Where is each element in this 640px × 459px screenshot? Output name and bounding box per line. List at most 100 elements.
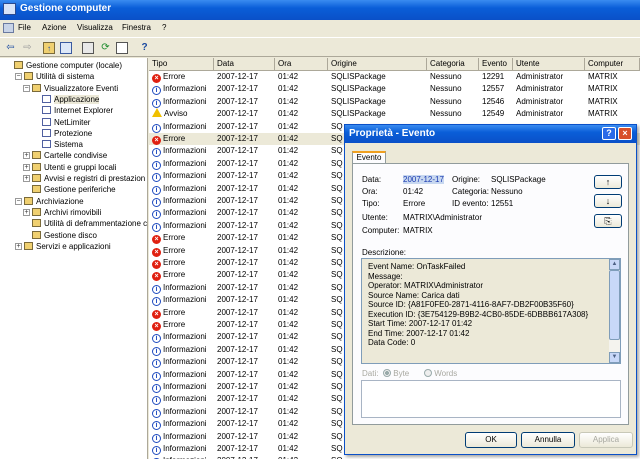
expand-icon[interactable]: + bbox=[23, 208, 30, 216]
cell-tipo-text: Informazioni bbox=[163, 183, 207, 193]
refresh-icon[interactable]: ⟳ bbox=[99, 41, 112, 54]
menu-finestra[interactable]: Finestra bbox=[122, 23, 151, 32]
column-evento[interactable]: Evento bbox=[479, 58, 513, 70]
table-row[interactable]: i Informazioni 2007-12-17 01:42 SQLISPackage… bbox=[149, 96, 640, 108]
column-origine[interactable]: Origine bbox=[328, 58, 427, 70]
tree-node[interactable]: Applicazione bbox=[42, 94, 100, 105]
description-textbox[interactable]: Event Name: OnTaskFailed Message: Operator… bbox=[361, 258, 621, 364]
cell-tipo: iInformazioni bbox=[149, 121, 214, 133]
column-tipo[interactable]: Tipo bbox=[149, 58, 214, 70]
tree-node[interactable]: Cartelle condivise bbox=[32, 150, 107, 161]
cell-evento: 12546 bbox=[482, 96, 505, 106]
tree-node[interactable]: Utilità di sistema bbox=[24, 71, 94, 82]
cell-tipo: iInformazioni bbox=[149, 406, 214, 418]
cell-data: 2007-12-17 bbox=[217, 121, 258, 131]
tree-node[interactable]: Visualizzatore Eventi bbox=[32, 83, 118, 94]
up-arrow-icon: ↑ bbox=[605, 177, 611, 187]
collapse-icon[interactable]: − bbox=[23, 84, 30, 92]
cell-data: 2007-12-17 bbox=[217, 282, 258, 292]
tree-node[interactable]: Utenti e gruppi locali bbox=[32, 162, 116, 173]
tree-node[interactable]: Avvisi e registri di prestazion bbox=[32, 173, 145, 184]
export-list-icon[interactable] bbox=[116, 42, 128, 54]
expand-icon[interactable]: + bbox=[23, 175, 30, 182]
cell-data: 2007-12-17 bbox=[217, 406, 258, 416]
cell-ora: 01:42 bbox=[278, 320, 299, 329]
scroll-up-icon[interactable]: ▲ bbox=[609, 259, 620, 270]
scroll-thumb[interactable] bbox=[609, 270, 620, 340]
words-radio[interactable]: Words bbox=[424, 369, 457, 378]
cell-utente: Administrator bbox=[516, 84, 564, 94]
dialog-title-bar[interactable]: Proprietà - Evento ? × bbox=[345, 125, 636, 143]
error-icon: × bbox=[152, 235, 161, 245]
table-row[interactable]: i Informazioni 2007-12-17 01:42 SQLISPackage… bbox=[149, 83, 640, 96]
previous-event-button[interactable]: ↑ bbox=[594, 175, 622, 189]
collapse-icon[interactable]: − bbox=[15, 73, 22, 81]
table-row[interactable]: Avviso 2007-12-17 01:42 SQLISPackage Nessuno… bbox=[149, 108, 640, 120]
scroll-down-icon[interactable]: ▼ bbox=[609, 352, 620, 363]
cancel-button[interactable]: Annulla bbox=[521, 432, 575, 448]
tree-node-label: Internet Explorer bbox=[54, 106, 114, 116]
info-icon: i bbox=[152, 421, 161, 431]
tree-node[interactable]: Gestione computer (locale) bbox=[14, 60, 122, 71]
tree-node[interactable]: Protezione bbox=[42, 128, 92, 139]
toolbar: ⇦ ⇨ ↑ ⟳ ? bbox=[0, 37, 640, 57]
system-menu-icon[interactable] bbox=[3, 23, 14, 33]
back-arrow-icon[interactable]: ⇦ bbox=[4, 41, 17, 54]
properties-icon[interactable] bbox=[82, 42, 94, 54]
up-folder-icon[interactable]: ↑ bbox=[43, 42, 55, 54]
menu-help[interactable]: ? bbox=[162, 23, 166, 32]
table-row[interactable]: iInformazioni2007-12-1701:42SQ bbox=[149, 455, 640, 459]
next-event-button[interactable]: ↓ bbox=[594, 194, 622, 208]
tree-node[interactable]: Sistema bbox=[42, 139, 83, 150]
tree-node[interactable]: Servizi e applicazioni bbox=[24, 241, 111, 252]
cell-tipo: iInformazioni bbox=[149, 195, 214, 207]
cell-tipo: iInformazioni bbox=[149, 183, 214, 195]
cell-ora: 01:42 bbox=[278, 121, 299, 131]
tree-node[interactable]: Utilità di deframmentazione c bbox=[32, 218, 147, 229]
cell-tipo: × Errore bbox=[149, 133, 214, 145]
table-row[interactable]: × Errore 2007-12-17 01:42 SQLISPackage Nessun… bbox=[149, 71, 640, 83]
expand-icon[interactable]: + bbox=[23, 152, 30, 160]
ok-button[interactable]: OK bbox=[465, 432, 517, 448]
cell-data: 2007-12-17 bbox=[217, 382, 258, 391]
column-categoria[interactable]: Categoria bbox=[427, 58, 479, 70]
menu-file[interactable]: File bbox=[18, 23, 31, 32]
cell-tipo-text: Avviso bbox=[164, 109, 188, 119]
column-data[interactable]: Data bbox=[214, 58, 275, 70]
tree-node[interactable]: Gestione disco bbox=[32, 230, 97, 241]
menu-visualizza[interactable]: Visualizza bbox=[77, 23, 113, 32]
cell-tipo: iInformazioni bbox=[149, 369, 214, 381]
forward-arrow-icon[interactable]: ⇨ bbox=[21, 41, 34, 54]
tree-node[interactable]: Archivi rimovibili bbox=[32, 207, 101, 218]
tree-node[interactable]: Archiviazione bbox=[24, 196, 84, 207]
data-textbox[interactable] bbox=[361, 380, 621, 418]
cell-ora: 01:42 bbox=[278, 183, 299, 193]
menu-azione[interactable]: Azione bbox=[42, 23, 66, 32]
console-tree[interactable]: Gestione computer (locale) Utilità di sis… bbox=[0, 58, 148, 459]
dialog-close-button[interactable]: × bbox=[618, 127, 632, 140]
collapse-icon[interactable]: − bbox=[15, 197, 22, 205]
cell-tipo: iInformazioni bbox=[149, 393, 214, 406]
log-icon bbox=[42, 117, 51, 126]
copy-button[interactable]: ⎘ bbox=[594, 214, 622, 228]
column-utente[interactable]: Utente bbox=[513, 58, 585, 70]
cell-tipo-text: Errore bbox=[163, 245, 186, 255]
tree-node[interactable]: Internet Explorer bbox=[42, 105, 113, 116]
description-line: Event Name: OnTaskFailed bbox=[368, 262, 466, 271]
cell-data: 2007-12-17 bbox=[217, 332, 258, 342]
description-scrollbar[interactable]: ▲ ▼ bbox=[609, 259, 620, 363]
expand-icon[interactable]: + bbox=[15, 242, 22, 250]
defrag-icon bbox=[32, 219, 41, 228]
window-title-bar[interactable]: Gestione computer bbox=[0, 0, 640, 20]
help-icon[interactable]: ? bbox=[138, 41, 151, 54]
tree-node[interactable]: NetLimiter bbox=[42, 117, 90, 128]
column-ora[interactable]: Ora bbox=[275, 58, 328, 70]
expand-icon[interactable]: + bbox=[23, 163, 30, 171]
dialog-help-button[interactable]: ? bbox=[602, 127, 616, 140]
show-hide-tree-icon[interactable] bbox=[60, 42, 72, 54]
tree-node[interactable]: Gestione periferiche bbox=[32, 184, 116, 195]
tree-node-label: Utilità di deframmentazione c bbox=[44, 219, 148, 229]
byte-radio[interactable]: Byte bbox=[383, 369, 409, 378]
apply-button[interactable]: Applica bbox=[579, 432, 633, 448]
column-computer[interactable]: Computer bbox=[585, 58, 640, 70]
